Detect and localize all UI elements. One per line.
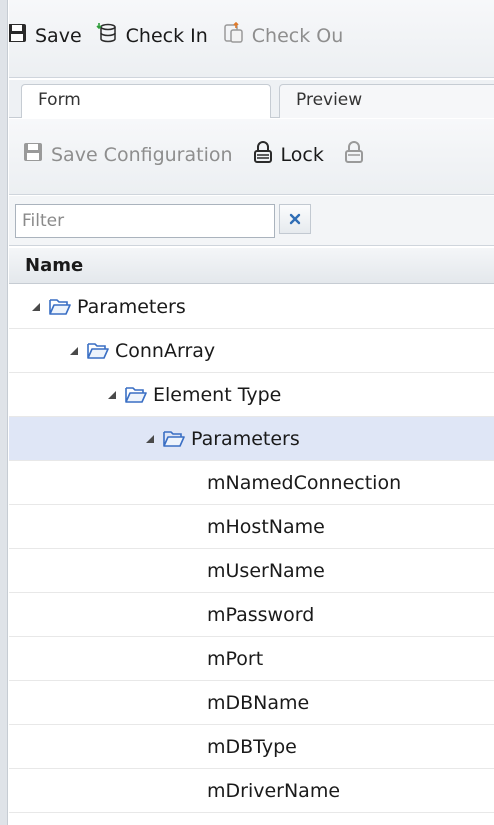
save-configuration-label: Save Configuration xyxy=(51,143,233,166)
tab-preview[interactable]: Preview xyxy=(279,84,494,118)
tree-folder-row[interactable]: Parameters xyxy=(9,417,494,461)
save-button[interactable]: Save xyxy=(9,23,82,48)
expand-triangle-icon[interactable] xyxy=(143,434,157,444)
expand-triangle-icon[interactable] xyxy=(67,346,81,356)
configuration-toolbar: Save Configuration Lock xyxy=(9,119,494,195)
close-icon xyxy=(289,210,301,229)
tree-item-label: mDriverName xyxy=(207,779,341,802)
tree-folder-row[interactable]: Element Type xyxy=(9,373,494,417)
lock-button[interactable]: Lock xyxy=(253,141,324,168)
save-icon xyxy=(23,142,43,167)
tree-folder-row[interactable]: ConnArray xyxy=(9,329,494,373)
left-panel-border xyxy=(0,0,8,825)
check-in-icon xyxy=(96,22,118,49)
check-in-label: Check In xyxy=(125,24,208,47)
tree-leaf-row[interactable]: mPort xyxy=(9,637,494,681)
tree-leaf-row[interactable]: mPassword xyxy=(9,593,494,637)
expand-triangle-icon[interactable] xyxy=(29,302,43,312)
folder-open-icon xyxy=(49,298,71,316)
tree-item-label: mPort xyxy=(207,647,264,670)
folder-open-icon xyxy=(163,430,185,448)
check-out-icon xyxy=(222,21,244,49)
tree-item-label: mUserName xyxy=(207,559,325,582)
filter-bar xyxy=(9,196,494,246)
tree-item-label: mNamedConnection xyxy=(207,471,402,494)
check-out-button[interactable]: Check Ou xyxy=(222,21,344,49)
tree-leaf-row[interactable]: mDBType xyxy=(9,725,494,769)
panel: Save Check In Check Ou Form Preview Save… xyxy=(9,0,494,825)
folder-open-icon xyxy=(87,342,109,360)
tab-form[interactable]: Form xyxy=(21,84,271,118)
tree-item-label: mDBName xyxy=(207,691,310,714)
tree-item-label: mDBType xyxy=(207,735,297,758)
column-header-name[interactable]: Name xyxy=(9,248,494,284)
save-label: Save xyxy=(35,24,82,47)
expand-triangle-icon[interactable] xyxy=(105,390,119,400)
check-in-button[interactable]: Check In xyxy=(96,22,208,49)
main-toolbar: Save Check In Check Ou xyxy=(9,0,494,78)
tree-leaf-row[interactable]: mUserName xyxy=(9,549,494,593)
tree-leaf-row[interactable]: mDBName xyxy=(9,681,494,725)
folder-open-icon xyxy=(125,386,147,404)
unlock-icon xyxy=(344,141,364,168)
tab-strip: Form Preview xyxy=(9,80,494,118)
filter-input[interactable] xyxy=(15,204,275,238)
clear-filter-button[interactable] xyxy=(279,204,311,234)
check-out-label: Check Ou xyxy=(251,24,344,47)
tree-item-label: mPassword xyxy=(207,603,315,626)
save-configuration-button[interactable]: Save Configuration xyxy=(23,142,233,167)
lock-label: Lock xyxy=(280,143,324,166)
tree-leaf-row[interactable]: mNamedConnection xyxy=(9,461,494,505)
lock-icon xyxy=(253,141,273,168)
tree-folder-row[interactable]: Parameters xyxy=(9,285,494,329)
parameter-tree: Parameters ConnArray Element Type Parameter… xyxy=(9,285,494,813)
tree-leaf-row[interactable]: mDriverName xyxy=(9,769,494,813)
tree-item-label: ConnArray xyxy=(115,339,216,362)
tree-item-label: mHostName xyxy=(207,515,325,538)
save-icon xyxy=(9,23,27,48)
tree-item-label: Parameters xyxy=(77,295,186,318)
tree-leaf-row[interactable]: mHostName xyxy=(9,505,494,549)
unlock-button[interactable] xyxy=(344,141,364,168)
tree-item-label: Parameters xyxy=(191,427,300,450)
tree-item-label: Element Type xyxy=(153,383,282,406)
